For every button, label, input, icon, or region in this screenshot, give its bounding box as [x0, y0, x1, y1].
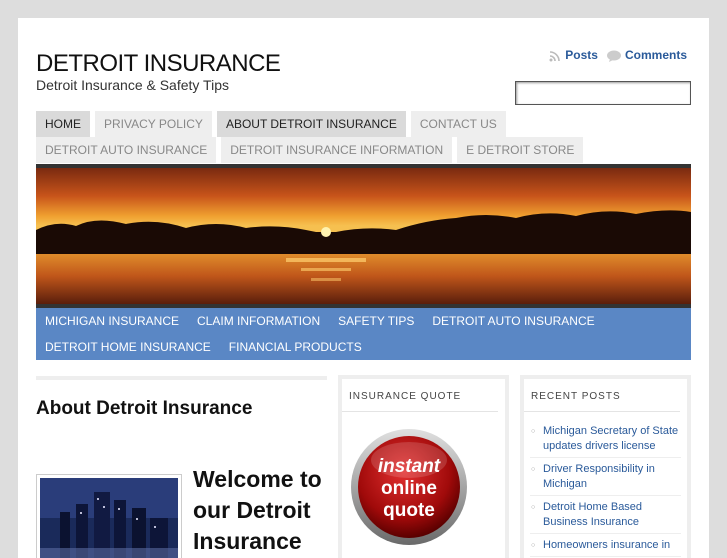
rss-icon — [549, 51, 561, 62]
nav-item-store[interactable]: E DETROIT STORE — [457, 137, 584, 163]
nav-item-home[interactable]: HOME — [36, 111, 90, 137]
page-container: DETROIT INSURANCE Detroit Insurance & Sa… — [18, 18, 709, 558]
recent-post-link[interactable]: Detroit Home Based Business Insurance — [530, 496, 681, 534]
site-description: Detroit Insurance & Safety Tips — [36, 77, 229, 93]
subnav-item-home-insurance[interactable]: DETROIT HOME INSURANCE — [36, 334, 220, 360]
feed-links: Posts Comments — [548, 48, 687, 62]
welcome-heading: Welcome to our Detroit Insurance — [193, 466, 322, 554]
recent-posts-list: Michigan Secretary of State updates driv… — [524, 412, 687, 557]
quote-line-2: online — [381, 478, 437, 499]
quote-line-3: quote — [383, 500, 435, 521]
posts-feed-label[interactable]: Posts — [565, 48, 598, 62]
comments-feed-link[interactable]: Comments — [606, 48, 687, 62]
insurance-quote-widget: INSURANCE QUOTE instant online quote — [338, 375, 509, 558]
posts-feed-link[interactable]: Posts — [548, 48, 598, 62]
nav-item-about[interactable]: ABOUT DETROIT INSURANCE — [216, 111, 406, 137]
nav-item-insurance-information[interactable]: DETROIT INSURANCE INFORMATION — [221, 137, 453, 163]
subnav-item-claim-information[interactable]: CLAIM INFORMATION — [188, 308, 329, 334]
subnav-item-financial-products[interactable]: FINANCIAL PRODUCTS — [220, 334, 371, 360]
detroit-skyline-image — [36, 474, 182, 558]
recent-posts-widget: RECENT POSTS Michigan Secretary of State… — [520, 375, 691, 558]
widget-title: INSURANCE QUOTE — [342, 379, 498, 412]
subnav-item-safety-tips[interactable]: SAFETY TIPS — [329, 308, 423, 334]
instant-quote-button[interactable]: instant online quote — [350, 428, 468, 546]
comment-bubble-icon — [606, 50, 621, 62]
recent-post-link[interactable]: Driver Responsibility in Michigan — [530, 458, 681, 496]
content-divider — [36, 376, 327, 380]
subnav-item-michigan-insurance[interactable]: MICHIGAN INSURANCE — [36, 308, 188, 334]
header-banner-image — [36, 164, 691, 308]
nav-item-auto-insurance[interactable]: DETROIT AUTO INSURANCE — [36, 137, 217, 163]
page-title: About Detroit Insurance — [36, 398, 253, 419]
site-title[interactable]: DETROIT INSURANCE — [36, 50, 281, 78]
secondary-nav: MICHIGAN INSURANCE CLAIM INFORMATION SAFET… — [36, 308, 691, 360]
subnav-item-auto-insurance[interactable]: DETROIT AUTO INSURANCE — [423, 308, 603, 334]
widget-title: RECENT POSTS — [524, 379, 680, 412]
comments-feed-label[interactable]: Comments — [625, 48, 687, 62]
recent-post-link[interactable]: Homeowners insurance in — [530, 534, 681, 557]
nav-item-privacy-policy[interactable]: PRIVACY POLICY — [95, 111, 212, 137]
search-input[interactable] — [515, 81, 691, 105]
recent-post-link[interactable]: Michigan Secretary of State updates driv… — [530, 420, 681, 458]
nav-item-contact[interactable]: CONTACT US — [410, 111, 506, 137]
primary-nav: HOME PRIVACY POLICY ABOUT DETROIT INSURA… — [36, 111, 691, 163]
quote-line-1: instant — [378, 456, 441, 477]
